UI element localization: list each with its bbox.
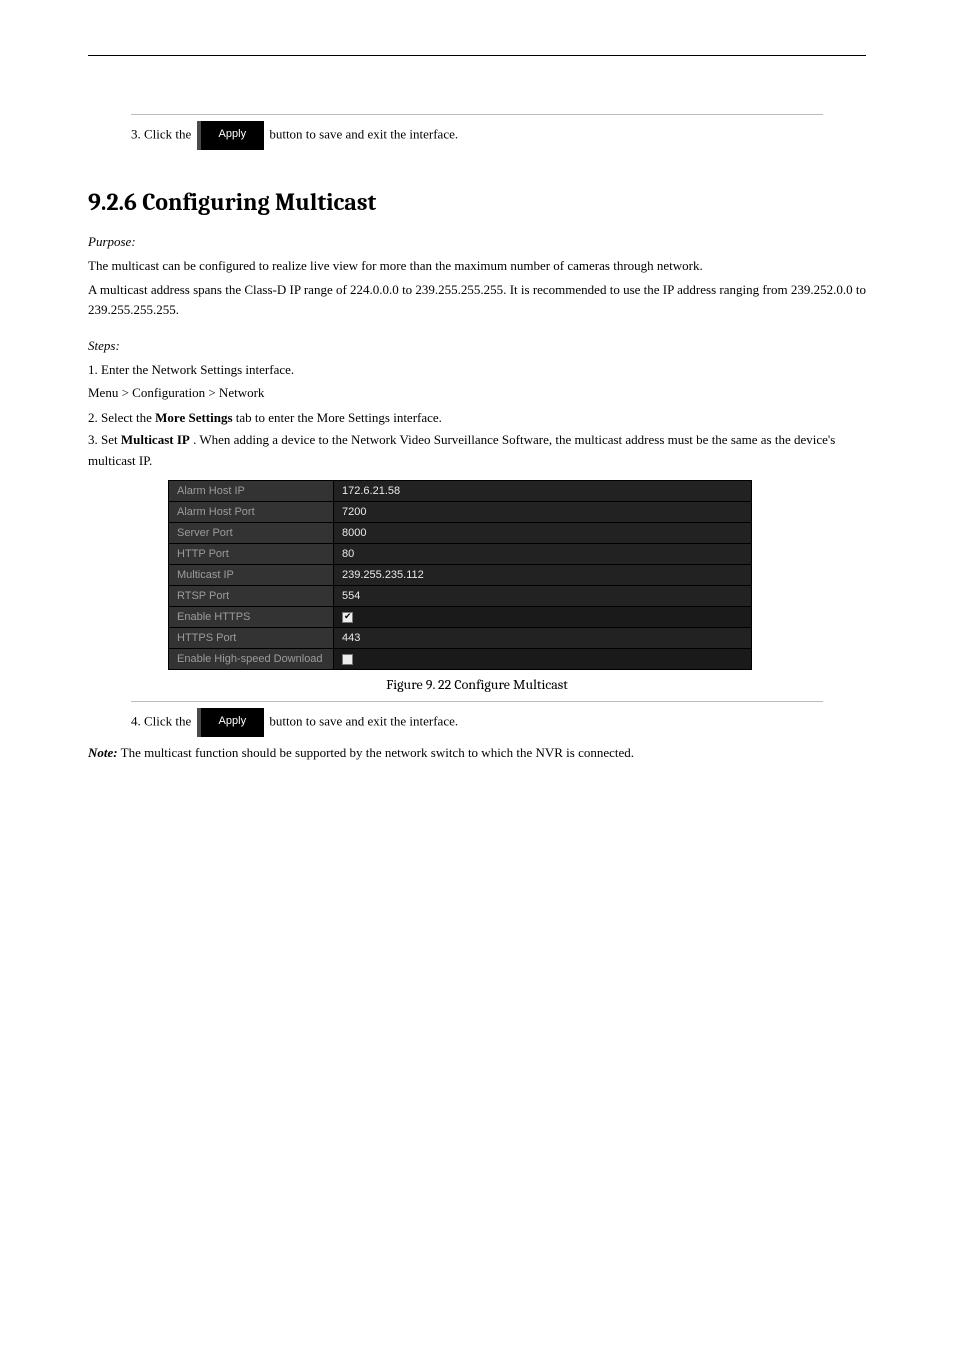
table-row: RTSP Port554 [169,586,752,607]
table-row: Multicast IP239.255.235.112 [169,565,752,586]
separator [131,114,823,115]
step-text: Enter the Network Settings interface. [101,362,294,377]
table-row: HTTP Port80 [169,544,752,565]
step-number: 3. [131,126,141,141]
step-text: Click the [144,713,195,728]
step-1: 1. Enter the Network Settings interface. [88,360,866,381]
config-label: Multicast IP [169,565,334,586]
config-value[interactable]: 8000 [334,523,752,544]
step-index: 3. [88,432,98,447]
step-line-3: 3. Click the Apply button to save and ex… [131,121,866,150]
note-label: Note: [88,745,118,760]
config-value[interactable]: 80 [334,544,752,565]
step-text: Set [101,432,121,447]
config-value[interactable]: 443 [334,628,752,649]
table-row: Enable High-speed Download [169,649,752,670]
config-value[interactable]: 7200 [334,502,752,523]
step-text: Click the [144,126,195,141]
config-label: Enable High-speed Download [169,649,334,670]
note-body: The multicast function should be support… [121,745,634,760]
config-value[interactable]: 239.255.235.112 [334,565,752,586]
config-label: HTTP Port [169,544,334,565]
apply-button[interactable]: Apply [197,121,265,150]
config-label: Alarm Host IP [169,481,334,502]
config-value[interactable]: 172.6.21.58 [334,481,752,502]
purpose-body: The multicast can be configured to reali… [88,256,866,276]
step-index: 2. [88,410,98,425]
table-row: Alarm Host Port7200 [169,502,752,523]
step-bold: More Settings [155,410,232,425]
step-bold: Multicast IP [121,432,190,447]
separator-2 [131,701,823,702]
config-label: HTTPS Port [169,628,334,649]
config-value[interactable] [334,607,752,628]
config-table: Alarm Host IP172.6.21.58Alarm Host Port7… [168,480,752,670]
step-index: 1. [88,362,98,377]
step-index: 4. [131,713,141,728]
step-2: 2. Select the More Settings tab to enter… [88,408,866,429]
step-text: Select the [101,410,155,425]
body-2: A multicast address spans the Class-D IP… [88,280,866,320]
checkbox[interactable] [342,612,353,623]
config-label: Server Port [169,523,334,544]
step-1-path: Menu > Configuration > Network [88,383,866,404]
config-label: Alarm Host Port [169,502,334,523]
figure-caption: Figure 9. 22 Configure Multicast [88,676,866,693]
step-line-4: 4. Click the Apply button to save and ex… [131,708,866,737]
purpose-label: Purpose: [88,234,866,250]
table-row: Server Port8000 [169,523,752,544]
document-page: 3. Click the Apply button to save and ex… [0,0,954,803]
section-heading: 9.2.6 Configuring Multicast [88,188,866,216]
table-row: Alarm Host IP172.6.21.58 [169,481,752,502]
checkbox[interactable] [342,654,353,665]
step-text-tail: button to save and exit the interface. [269,713,458,728]
step-body: . When adding a device to the Network Vi… [88,432,835,468]
note-row: Note: The multicast function should be s… [88,743,866,764]
apply-button[interactable]: Apply [197,708,265,737]
step-tail: tab to enter the More Settings interface… [236,410,442,425]
step-3: 3. Set Multicast IP . When adding a devi… [88,430,866,472]
table-row: HTTPS Port443 [169,628,752,649]
config-value[interactable] [334,649,752,670]
step-text-tail: button to save and exit the interface. [269,126,458,141]
steps-label: Steps: [88,338,866,354]
config-label: Enable HTTPS [169,607,334,628]
steps-block: 1. Enter the Network Settings interface.… [88,360,866,472]
table-row: Enable HTTPS [169,607,752,628]
config-value[interactable]: 554 [334,586,752,607]
top-rule [88,55,866,56]
config-label: RTSP Port [169,586,334,607]
